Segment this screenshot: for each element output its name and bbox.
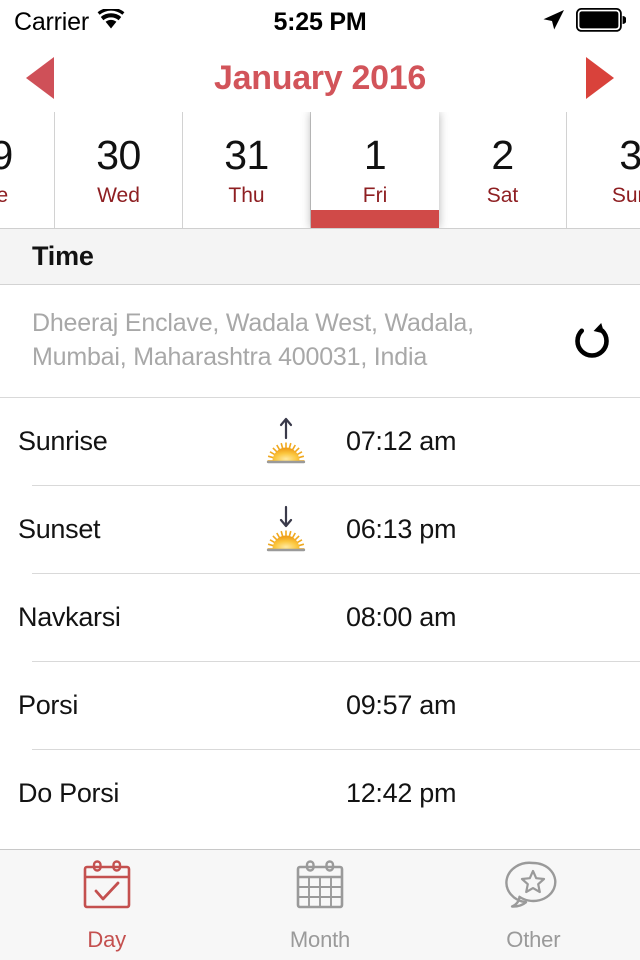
date-cell-number: 31: [224, 131, 269, 178]
location-address: Dheeraj Enclave, Wadala West, Wadala, Mu…: [32, 309, 474, 371]
time-row-value: 12:42 pm: [346, 778, 457, 808]
date-cell[interactable]: 2 Sat: [439, 112, 567, 228]
month-navigation-bar: January 2016: [0, 44, 640, 112]
date-cell[interactable]: 1 Fri: [311, 112, 439, 228]
date-cell-weekday: Wed: [97, 183, 140, 207]
app-root: Carrier 5:25 PM January 2016 30 Wed 31 T…: [0, 0, 640, 960]
time-row-label: Porsi: [18, 690, 79, 720]
location-arrow-icon: [540, 7, 566, 38]
triangle-left-icon[interactable]: [26, 57, 54, 99]
time-row[interactable]: Sunrise 07:12 am: [0, 398, 640, 486]
tab-day-label: Day: [87, 926, 126, 952]
time-row-value: 07:12 am: [346, 426, 457, 456]
tab-other[interactable]: Other: [427, 850, 640, 960]
calendar-check-icon: [78, 858, 136, 919]
status-bar-right: [540, 7, 627, 38]
time-row[interactable]: Sunset 06:13 pm: [0, 486, 640, 574]
time-row[interactable]: Porsi 09:57 am: [0, 662, 640, 750]
date-cell[interactable]: 3 Sun: [567, 112, 640, 228]
date-cell-number: 30: [96, 131, 141, 178]
tab-other-label: Other: [506, 926, 561, 952]
month-title: January 2016: [214, 58, 426, 97]
date-cell-number: 2: [491, 131, 514, 178]
date-cell[interactable]: 30 Wed: [55, 112, 183, 228]
time-row-label: Navkarsi: [18, 602, 121, 632]
date-cell-number: 1: [363, 131, 387, 178]
date-cell-weekday: Fri: [362, 183, 388, 207]
tab-month[interactable]: Month: [213, 850, 426, 960]
date-cell-weekday: Tue: [0, 185, 8, 206]
date-cell-weekday: Thu: [228, 183, 265, 207]
date-strip[interactable]: 29 Tue 30 Wed 31 Thu 1 Fri 2 Sat 3 Sun: [0, 112, 640, 229]
time-row-value: 06:13 pm: [346, 514, 457, 544]
date-cell-weekday: Sun: [611, 183, 640, 207]
time-list: Dheeraj Enclave, Wadala West, Wadala, Mu…: [0, 285, 640, 849]
sunset-icon: [228, 504, 344, 556]
date-cell[interactable]: 29 Tue: [0, 112, 55, 228]
location-row: Dheeraj Enclave, Wadala West, Wadala, Mu…: [0, 285, 640, 398]
refresh-icon[interactable]: [564, 320, 620, 362]
selected-day-indicator: [311, 210, 439, 228]
date-cell-number: 29: [0, 134, 13, 176]
tab-bar: Day Month Other: [0, 849, 640, 960]
date-cell-weekday: Sat: [486, 183, 519, 207]
speech-bubble-star-icon: [504, 858, 562, 919]
battery-full-icon: [575, 7, 627, 37]
time-row-label: Do Porsi: [18, 778, 120, 808]
status-bar: Carrier 5:25 PM: [0, 0, 640, 44]
time-row-value: 09:57 am: [346, 690, 457, 720]
section-title: Time: [32, 241, 94, 271]
sunrise-icon: [228, 416, 344, 468]
date-cell-number: 3: [619, 131, 640, 178]
tab-day[interactable]: Day: [0, 850, 213, 960]
tab-month-label: Month: [289, 926, 351, 952]
triangle-right-icon[interactable]: [585, 57, 614, 99]
time-row[interactable]: Do Porsi 12:42 pm: [0, 750, 640, 838]
time-row-label: Sunrise: [18, 426, 108, 456]
section-header-time: Time: [0, 229, 640, 285]
time-row[interactable]: Navkarsi 08:00 am: [0, 574, 640, 662]
time-row-label: Sunset: [18, 514, 101, 544]
calendar-grid-icon: [291, 858, 349, 919]
date-cell[interactable]: 31 Thu: [183, 112, 311, 228]
time-row-value: 08:00 am: [346, 602, 457, 632]
